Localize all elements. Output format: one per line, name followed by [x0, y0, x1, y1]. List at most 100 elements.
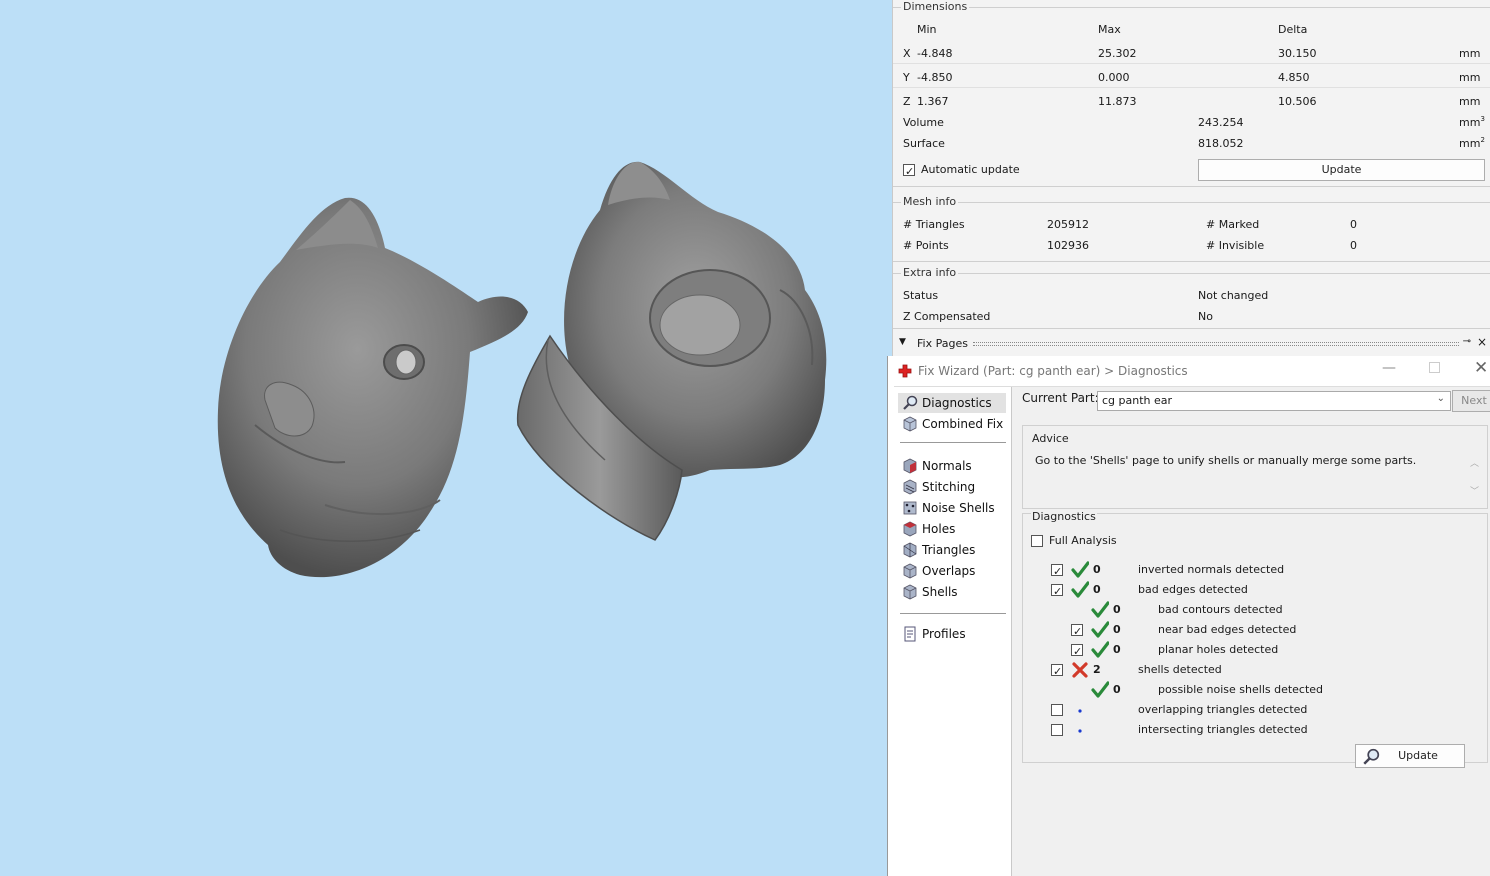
- ok-check-icon: [1091, 621, 1110, 639]
- diagnostic-checkbox[interactable]: [1071, 622, 1083, 642]
- full-analysis-row: Full Analysis: [1031, 531, 1490, 551]
- dimension-row-z: Z 1.367 11.873 10.506 mm: [893, 92, 1490, 112]
- triangles-label: # Triangles: [903, 218, 965, 231]
- model-render: [217, 161, 827, 578]
- diagnostic-text: possible noise shells detected: [1158, 683, 1324, 696]
- status-value: Not changed: [1198, 289, 1269, 302]
- wizard-content: Current Part: cg panth ear ⌄ Next Advice…: [1012, 387, 1490, 876]
- volume-row: Volume 243.254 mm3: [893, 113, 1490, 133]
- nav-divider: [900, 442, 1006, 443]
- advice-label: Advice: [1031, 432, 1070, 445]
- dimensions-update-button[interactable]: Update: [1198, 159, 1485, 181]
- delta-value: 30.150: [1278, 47, 1317, 60]
- drag-handle[interactable]: [973, 342, 1459, 346]
- nav-label: Diagnostics: [922, 396, 992, 410]
- maximize-icon[interactable]: [1429, 362, 1440, 373]
- current-part-value: cg panth ear: [1102, 394, 1173, 407]
- diagnostic-checkbox[interactable]: [1051, 582, 1063, 602]
- axis-label: X: [903, 47, 911, 60]
- nav-item-triangles[interactable]: Triangles: [898, 540, 1006, 560]
- scroll-down-icon[interactable]: ﹀: [1470, 484, 1479, 497]
- fix-pages-bar[interactable]: ▼ Fix Pages ⊸ ×: [893, 334, 1490, 354]
- scroll-up-icon[interactable]: ︿: [1470, 456, 1479, 469]
- auto-update-checkbox[interactable]: [903, 162, 915, 182]
- minimize-icon[interactable]: —: [1382, 360, 1396, 376]
- nav-item-combined-fix[interactable]: Combined Fix: [898, 414, 1006, 434]
- nav-item-profiles[interactable]: Profiles: [898, 624, 1006, 644]
- mesh-info-group: Mesh info # Triangles 205912 # Marked 0 …: [893, 195, 1490, 262]
- diagnostics-update-button[interactable]: Update: [1355, 744, 1465, 768]
- min-value: -4.850: [917, 71, 953, 84]
- diagnostic-row: 0 planar holes detected: [1023, 640, 1483, 662]
- current-part-select[interactable]: cg panth ear ⌄: [1097, 391, 1451, 411]
- diagnostic-checkbox[interactable]: [1051, 724, 1063, 736]
- diagnostics-box: Diagnostics Full Analysis 0 inverted norm…: [1022, 510, 1490, 768]
- collapse-triangle-icon[interactable]: ▼: [899, 337, 906, 347]
- error-cross-icon: [1071, 661, 1089, 679]
- volume-label: Volume: [903, 116, 944, 129]
- surface-unit: mm2: [1459, 136, 1485, 150]
- invisible-value: 0: [1350, 239, 1357, 252]
- ok-check-icon: [1091, 641, 1110, 659]
- nav-item-shells[interactable]: Shells: [898, 582, 1006, 602]
- points-row: # Points 102936 # Invisible 0: [893, 236, 1490, 256]
- diagnostic-row: overlapping triangles detected: [1023, 700, 1483, 720]
- left-head-model: [217, 197, 528, 578]
- max-value: 25.302: [1098, 47, 1137, 60]
- nav-label: Triangles: [922, 543, 976, 557]
- window-close-icon[interactable]: ✕: [1474, 358, 1488, 378]
- advice-text-area: Go to the 'Shells' page to unify shells …: [1025, 448, 1457, 500]
- nav-item-normals[interactable]: Normals: [898, 456, 1006, 476]
- diagnostic-row: 2 shells detected: [1023, 660, 1483, 682]
- diagnostic-checkbox[interactable]: [1051, 662, 1063, 682]
- diagnostic-row: 0 near bad edges detected: [1023, 620, 1483, 642]
- surface-value: 818.052: [1198, 137, 1244, 150]
- extra-info-group: Extra info Status Not changed Z Compensa…: [893, 266, 1490, 329]
- zcomp-row: Z Compensated No: [893, 307, 1490, 327]
- diagnostic-row: intersecting triangles detected: [1023, 720, 1483, 740]
- pin-icon[interactable]: ⊸: [1463, 336, 1471, 347]
- nav-item-holes[interactable]: Holes: [898, 519, 1006, 539]
- diagnostic-count: 0: [1113, 603, 1121, 616]
- unit: mm: [1459, 71, 1481, 84]
- next-button[interactable]: Next: [1452, 390, 1490, 412]
- nav-item-noise-shells[interactable]: Noise Shells: [898, 498, 1006, 518]
- diagnostic-count: 0: [1093, 583, 1101, 596]
- chevron-down-icon: ⌄: [1436, 393, 1445, 404]
- delta-value: 4.850: [1278, 71, 1310, 84]
- triangles-cube-icon: [903, 542, 917, 558]
- overlaps-cube-icon: [903, 563, 917, 579]
- nav-item-diagnostics[interactable]: Diagnostics: [898, 393, 1006, 413]
- diagnostic-checkbox[interactable]: [1071, 642, 1083, 662]
- diagnostics-label: Diagnostics: [1031, 510, 1097, 523]
- ok-check-icon: [1091, 601, 1110, 619]
- magnifier-icon: [1363, 748, 1380, 765]
- diagnostic-text: shells detected: [1138, 663, 1222, 676]
- diagnostic-count: 0: [1113, 623, 1121, 636]
- close-icon[interactable]: ×: [1477, 335, 1487, 349]
- diagnostic-row: 0 possible noise shells detected: [1023, 680, 1483, 700]
- nav-label: Holes: [922, 522, 956, 536]
- nav-item-overlaps[interactable]: Overlaps: [898, 561, 1006, 581]
- nav-item-stitching[interactable]: Stitching: [898, 477, 1006, 497]
- diagnostic-row: 0 inverted normals detected: [1023, 560, 1483, 582]
- fix-wizard-dialog: Fix Wizard (Part: cg panth ear) > Diagno…: [887, 356, 1490, 876]
- marked-value: 0: [1350, 218, 1357, 231]
- header-max: Max: [1098, 23, 1121, 36]
- marked-label: # Marked: [1206, 218, 1260, 231]
- right-head-model: [516, 161, 827, 541]
- dialog-titlebar[interactable]: Fix Wizard (Part: cg panth ear) > Diagno…: [888, 356, 1490, 386]
- diagnostic-text: bad contours detected: [1158, 603, 1283, 616]
- diagnostic-checkbox[interactable]: [1051, 704, 1063, 716]
- delta-value: 10.506: [1278, 95, 1317, 108]
- full-analysis-checkbox[interactable]: [1031, 535, 1043, 547]
- shells-cube-icon: [903, 584, 917, 600]
- nav-label: Profiles: [922, 627, 966, 641]
- 3d-viewport[interactable]: [0, 0, 892, 876]
- diagnostic-count: 0: [1113, 683, 1121, 696]
- nav-label: Noise Shells: [922, 501, 995, 515]
- diagnostic-checkbox[interactable]: [1051, 562, 1063, 582]
- red-cross-icon: [898, 364, 912, 378]
- holes-cube-icon: [903, 521, 917, 537]
- advice-box: Advice Go to the 'Shells' page to unify …: [1022, 425, 1488, 509]
